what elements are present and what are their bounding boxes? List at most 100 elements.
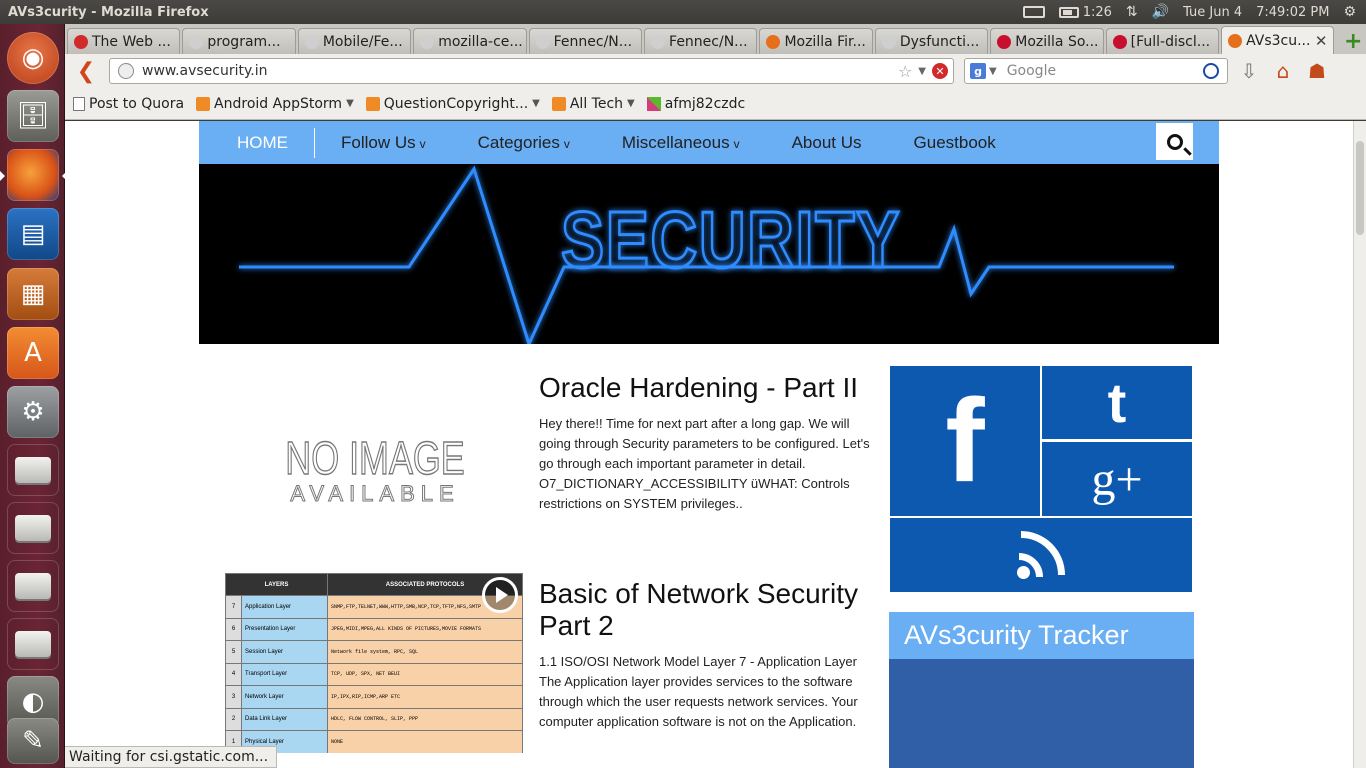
site-identity-icon[interactable]	[118, 63, 134, 79]
files-icon[interactable]: 🗄	[7, 90, 59, 142]
table-cell: Data Link Layer	[241, 707, 328, 731]
play-video-icon[interactable]	[482, 577, 518, 613]
table-cell: Session Layer	[241, 640, 328, 664]
close-tab-icon[interactable]: ✕	[1315, 32, 1328, 50]
nav-link-label: Follow Us	[341, 132, 416, 152]
table-cell: JPEG,MIDI,MPEG,ALL KINDS OF PICTURES,MOV…	[327, 617, 523, 641]
rss-feed-icon	[365, 96, 380, 111]
search-bar[interactable]: g ▼ Google	[964, 58, 1228, 84]
table-cell: Presentation Layer	[241, 617, 328, 641]
site-search-button[interactable]	[1156, 123, 1193, 160]
tab-active[interactable]: AVs3cu... ✕	[1221, 26, 1335, 54]
tab-favicon-icon	[881, 34, 896, 49]
google-search-engine-icon[interactable]: g	[970, 63, 986, 79]
nav-link[interactable]: Categories v	[452, 133, 596, 153]
nav-home-link[interactable]: HOME	[199, 127, 315, 158]
tab-label: The Web ...	[92, 33, 171, 50]
bookmark-item[interactable]: All Tech ▼	[551, 95, 635, 112]
keyboard-icon[interactable]	[1022, 6, 1045, 18]
url-text[interactable]: www.avsecurity.in	[142, 63, 898, 79]
tab[interactable]: Mozilla So...	[990, 28, 1104, 54]
tab-label: Mozilla Fir...	[784, 33, 866, 50]
bookmark-item[interactable]: Post to Quora	[73, 96, 184, 112]
tab[interactable]: Dysfuncti...	[874, 28, 989, 54]
google-plus-icon[interactable]: g+	[1042, 442, 1192, 516]
bookmark-label: Post to Quora	[89, 95, 185, 112]
page-icon	[73, 96, 85, 111]
bookmark-label: All Tech	[569, 95, 624, 112]
software-center-icon[interactable]: A	[7, 327, 59, 379]
tab-label: Fennec/N...	[669, 33, 748, 50]
libreoffice-writer-icon[interactable]: ▤	[7, 208, 59, 260]
system-settings-icon[interactable]: ⚙	[7, 386, 59, 438]
page-scrollbar[interactable]	[1353, 121, 1366, 768]
new-tab-button[interactable]: +	[1340, 28, 1366, 54]
disk-drive-icon[interactable]	[7, 560, 59, 612]
tab[interactable]: Fennec/N...	[644, 28, 758, 54]
facebook-icon[interactable]: f	[890, 366, 1040, 516]
scrollbar-thumb[interactable]	[1356, 141, 1364, 235]
tab[interactable]: Fennec/N...	[528, 28, 643, 54]
disk-drive-icon[interactable]	[7, 618, 59, 670]
chevron-down-icon: v	[733, 136, 740, 151]
rss-feed-button[interactable]	[890, 518, 1192, 592]
chevron-down-icon: ▼	[627, 98, 635, 109]
twitter-icon[interactable]: t	[1042, 366, 1192, 439]
nav-link[interactable]: Miscellaneous v	[596, 133, 766, 153]
firefox-icon[interactable]	[0, 149, 67, 201]
tab[interactable]: [Full-discl...	[1105, 28, 1220, 54]
post-thumbnail-placeholder[interactable]: NO IMAGE AVAILABLE	[225, 376, 525, 566]
search-engine-dropdown-icon[interactable]: ▼	[989, 66, 997, 77]
table-cell: Network Layer	[241, 685, 328, 709]
back-button[interactable]: ❮	[71, 57, 101, 85]
battery-time[interactable]: 1:26	[1083, 5, 1112, 20]
search-input[interactable]: Google	[1007, 63, 1203, 79]
nav-link[interactable]: Follow Us v	[315, 133, 452, 153]
post-thumbnail-osi-table[interactable]: LAYERS ASSOCIATED PROTOCOLS 7 Application…	[225, 573, 523, 753]
post-title[interactable]: Oracle Hardening - Part II	[539, 372, 879, 404]
home-icon[interactable]: ⌂	[1270, 58, 1296, 84]
search-icon[interactable]	[1203, 63, 1219, 79]
tab[interactable]: Mobile/Fe...	[297, 28, 412, 54]
downloads-icon[interactable]: ⇩	[1236, 58, 1262, 84]
tab[interactable]: The Web ...	[67, 28, 181, 54]
tracker-widget-title: AVs3curity Tracker	[889, 612, 1194, 659]
dash-home-icon[interactable]: ◉	[7, 32, 59, 84]
clock-display[interactable]: 7:49:02 PM	[1256, 5, 1329, 20]
bookmark-label: Android AppStorm	[214, 95, 343, 112]
chevron-down-icon: v	[419, 136, 426, 151]
url-bar[interactable]: www.avsecurity.in ☆ ▼ ✕	[109, 58, 954, 84]
bookmark-item[interactable]: afmj82czdc	[646, 96, 745, 112]
nav-link[interactable]: About Us	[766, 133, 888, 153]
window-title: AVs3curity - Mozilla Firefox	[8, 4, 209, 20]
network-icon[interactable]: ⇅	[1126, 4, 1138, 20]
volume-icon[interactable]: 🔊	[1152, 4, 1169, 20]
table-row: 5 Session Layer Network file system, RPC, …	[225, 640, 523, 664]
tab[interactable]: Mozilla Fir...	[759, 28, 873, 54]
nav-link-label: About Us	[791, 132, 862, 152]
nav-link[interactable]: Guestbook	[888, 133, 1022, 153]
rss-feed-icon	[196, 96, 211, 111]
tab-label: mozilla-ce...	[438, 33, 523, 50]
post-title[interactable]: Basic of Network Security Part 2	[539, 578, 879, 642]
bookmark-item[interactable]: QuestionCopyright... ▼	[365, 96, 540, 112]
top-panel: AVs3curity - Mozilla Firefox 1:26 ⇅ 🔊 Tu…	[0, 0, 1366, 24]
bookmarks-menu-icon[interactable]: ☗	[1304, 58, 1330, 84]
date-display[interactable]: Tue Jun 4	[1183, 5, 1242, 20]
power-gear-icon[interactable]: ⚙	[1343, 4, 1356, 20]
tab-favicon-icon	[535, 34, 550, 49]
status-bar: Waiting for csi.gstatic.com...	[65, 746, 278, 768]
history-dropdown-icon[interactable]: ▼	[918, 66, 926, 77]
tab[interactable]: program...	[182, 28, 296, 54]
libreoffice-impress-icon[interactable]: ▦	[7, 268, 59, 320]
battery-icon[interactable]	[1058, 6, 1079, 18]
stop-icon[interactable]: ✕	[932, 63, 948, 79]
tab[interactable]: mozilla-ce...	[413, 28, 527, 54]
disk-drive-icon[interactable]	[7, 502, 59, 554]
trash-icon[interactable]: ✎	[7, 718, 59, 764]
tab-favicon-icon	[420, 34, 435, 49]
bookmark-item[interactable]: Android AppStorm ▼	[196, 96, 354, 112]
tab-favicon-icon	[766, 34, 781, 49]
disk-drive-icon[interactable]	[7, 444, 59, 496]
bookmark-star-icon[interactable]: ☆	[898, 62, 912, 81]
